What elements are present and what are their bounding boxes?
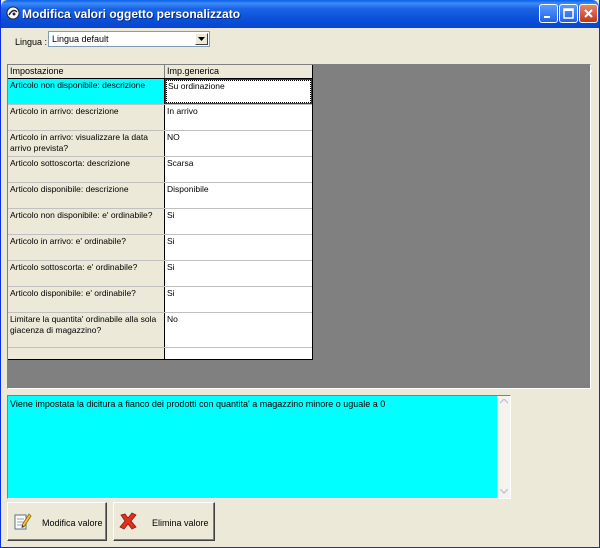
delete-value-label: Elimina valore <box>152 518 209 528</box>
description-scrollbar[interactable] <box>497 396 510 498</box>
grid-header: Impostazione Imp.generica <box>8 65 312 79</box>
red-x-icon <box>119 512 137 530</box>
value-cell[interactable]: NO <box>165 131 312 156</box>
setting-cell[interactable]: Articolo in arrivo: visualizzare la data… <box>8 131 165 156</box>
maximize-button[interactable] <box>559 4 578 23</box>
scroll-down-button[interactable] <box>498 486 510 498</box>
setting-cell[interactable]: Articolo non disponibile: e' ordinabile? <box>8 209 165 234</box>
table-row[interactable]: Articolo sottoscorta: e' ordinabile? Si <box>8 261 312 287</box>
column-header-setting[interactable]: Impostazione <box>8 65 165 78</box>
table-row[interactable]: Articolo in arrivo: visualizzare la data… <box>8 131 312 157</box>
table-row[interactable]: Articolo sottoscorta: descrizione Scarsa <box>8 157 312 183</box>
description-box[interactable]: Viene impostata la dicitura a fianco dei… <box>7 395 511 499</box>
table-row[interactable]: Articolo in arrivo: descrizione In arriv… <box>8 105 312 131</box>
table-row[interactable]: Articolo non disponibile: descrizione Su… <box>8 79 312 105</box>
app-icon <box>6 6 20 20</box>
setting-cell[interactable]: Limitare la quantita' ordinabile alla so… <box>8 313 165 347</box>
value-cell[interactable]: No <box>165 313 312 347</box>
setting-cell[interactable]: Articolo disponibile: descrizione <box>8 183 165 208</box>
value-cell[interactable]: In arrivo <box>165 105 312 130</box>
grid-area: Impostazione Imp.generica Articolo non d… <box>7 64 591 389</box>
table-row[interactable]: Articolo disponibile: e' ordinabile? Si <box>8 287 312 313</box>
edit-value-label: Modifica valore <box>42 518 103 528</box>
empty-setting-cell[interactable] <box>8 348 165 359</box>
new-row[interactable] <box>8 348 312 359</box>
table-row[interactable]: Limitare la quantita' ordinabile alla so… <box>8 313 312 348</box>
close-icon <box>584 9 593 18</box>
table-row[interactable]: Articolo non disponibile: e' ordinabile?… <box>8 209 312 235</box>
window: Modifica valori oggetto personalizzato L… <box>0 0 600 548</box>
language-label: Lingua : <box>15 37 48 47</box>
setting-cell[interactable]: Articolo in arrivo: descrizione <box>8 105 165 130</box>
value-cell[interactable]: Si <box>165 209 312 234</box>
window-title: Modifica valori oggetto personalizzato <box>22 7 241 21</box>
value-cell[interactable]: Si <box>165 261 312 286</box>
edit-document-icon <box>14 513 32 530</box>
scroll-up-button[interactable] <box>498 396 510 408</box>
setting-cell[interactable]: Articolo sottoscorta: descrizione <box>8 157 165 182</box>
chevron-down-icon <box>198 37 205 41</box>
empty-value-cell[interactable] <box>165 348 312 359</box>
chevron-up-icon <box>500 399 508 404</box>
table-row[interactable]: Articolo in arrivo: e' ordinabile? Si <box>8 235 312 261</box>
minimize-button[interactable] <box>539 4 558 23</box>
settings-grid[interactable]: Impostazione Imp.generica Articolo non d… <box>8 65 313 360</box>
setting-cell[interactable]: Articolo sottoscorta: e' ordinabile? <box>8 261 165 286</box>
value-cell[interactable]: Disponibile <box>165 183 312 208</box>
close-button[interactable] <box>579 4 598 23</box>
value-cell[interactable]: Si <box>165 235 312 260</box>
table-row[interactable]: Articolo disponibile: descrizione Dispon… <box>8 183 312 209</box>
minimize-icon <box>544 16 550 18</box>
maximize-icon <box>563 8 574 19</box>
language-selected-value: Lingua default <box>52 34 109 44</box>
edit-value-button[interactable]: Modifica valore <box>7 502 107 541</box>
value-cell[interactable]: Scarsa <box>165 157 312 182</box>
description-text: Viene impostata la dicitura a fianco dei… <box>10 399 386 409</box>
setting-cell[interactable]: Articolo disponibile: e' ordinabile? <box>8 287 165 312</box>
chevron-down-icon <box>500 489 508 494</box>
delete-value-button[interactable]: Elimina valore <box>113 502 215 541</box>
language-select[interactable]: Lingua default <box>48 31 210 47</box>
column-header-value[interactable]: Imp.generica <box>165 65 312 78</box>
value-cell[interactable]: Su ordinazione <box>165 79 312 104</box>
title-bar[interactable]: Modifica valori oggetto personalizzato <box>1 0 599 28</box>
language-dropdown-button[interactable] <box>195 33 208 45</box>
setting-cell[interactable]: Articolo in arrivo: e' ordinabile? <box>8 235 165 260</box>
setting-cell[interactable]: Articolo non disponibile: descrizione <box>8 79 165 104</box>
value-cell[interactable]: Si <box>165 287 312 312</box>
